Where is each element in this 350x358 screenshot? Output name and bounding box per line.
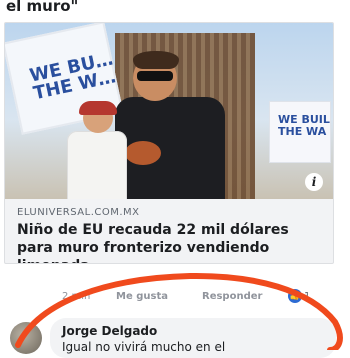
- article-headline[interactable]: Niño de EU recauda 22 mil dólares para m…: [17, 221, 321, 263]
- reply-action[interactable]: Responder: [202, 291, 262, 302]
- comment-text: Igual no vivirá mucho en el: [62, 340, 226, 354]
- boy-shirt: [67, 131, 127, 199]
- banner-right-text: WE BUIL THE WA: [278, 113, 330, 138]
- comment-actions-row: 2 min Me gusta Responder 👍 1: [0, 287, 350, 307]
- reaction-count[interactable]: 👍 1: [288, 289, 310, 303]
- post-top-text: el muro": [6, 0, 79, 15]
- boy-hat: [79, 101, 117, 115]
- man-figure: [115, 51, 225, 199]
- comment-bubble[interactable]: Jorge Delgado Igual no vivirá mucho en e…: [50, 318, 336, 358]
- man-hair: [133, 51, 179, 69]
- comment-author[interactable]: Jorge Delgado: [62, 324, 157, 338]
- reaction-number: 1: [304, 290, 311, 302]
- avatar[interactable]: [10, 322, 42, 354]
- boy-figure: [61, 101, 131, 199]
- comment-time: 2 min: [62, 291, 91, 302]
- link-preview-card[interactable]: WE BU… THE W… WE BUIL THE WA i ELUNIVERS…: [4, 22, 334, 264]
- banner-right: WE BUIL THE WA: [269, 101, 331, 163]
- thumbs-up-icon: 👍: [288, 289, 302, 303]
- sunglasses: [137, 71, 173, 81]
- like-action[interactable]: Me gusta: [116, 291, 168, 302]
- info-icon[interactable]: i: [305, 173, 323, 191]
- article-image: WE BU… THE W… WE BUIL THE WA i: [5, 23, 333, 199]
- banner-left-text: WE BU… THE W…: [27, 48, 118, 105]
- article-source: ELUNIVERSAL.COM.MX: [17, 207, 140, 218]
